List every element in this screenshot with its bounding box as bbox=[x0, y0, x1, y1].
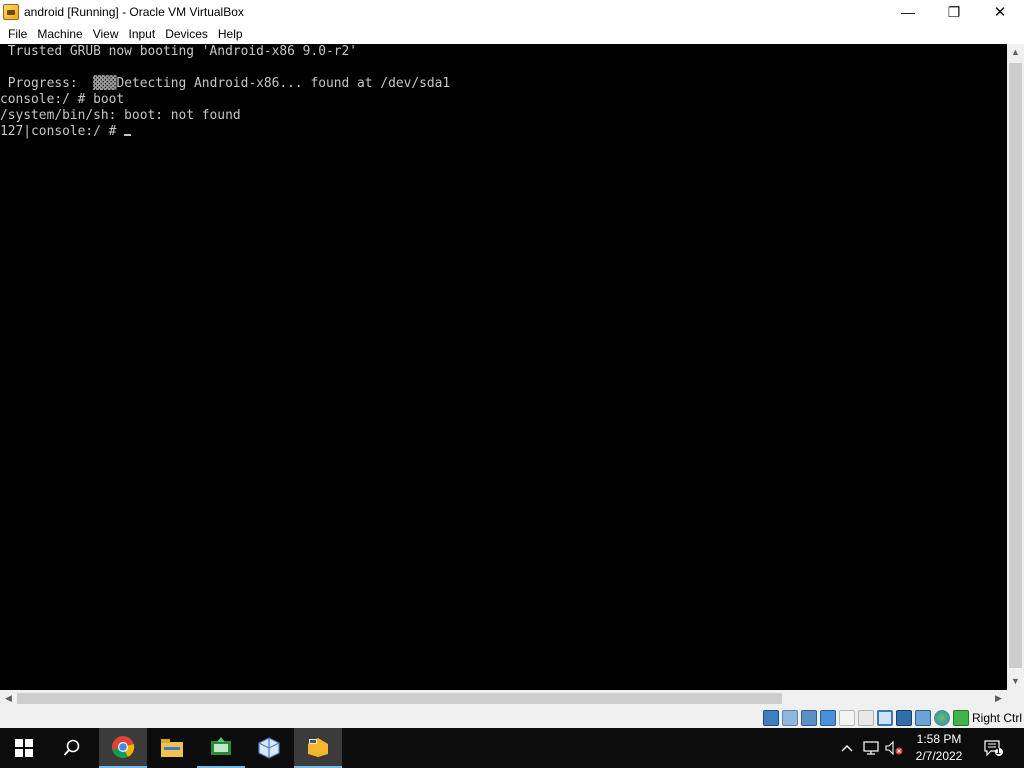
scroll-up-arrow-icon[interactable]: ▲ bbox=[1007, 44, 1024, 61]
vm-status-bar: Right Ctrl bbox=[0, 707, 1024, 728]
clock-date: 2/7/2022 bbox=[915, 749, 963, 763]
horizontal-scroll-thumb[interactable] bbox=[17, 693, 782, 704]
tray-volume[interactable] bbox=[883, 728, 905, 768]
text-cursor bbox=[124, 134, 132, 136]
vertical-scroll-thumb[interactable] bbox=[1009, 63, 1022, 668]
start-icon bbox=[15, 739, 33, 757]
console-output: Trusted GRUB now booting 'Android-x86 9.… bbox=[0, 44, 1007, 140]
video-capture-icon[interactable] bbox=[895, 709, 912, 726]
title-bar: android [Running] - Oracle VM VirtualBox… bbox=[0, 0, 1024, 24]
menu-file[interactable]: File bbox=[3, 25, 32, 43]
restore-icon: ❐ bbox=[947, 3, 961, 20]
close-button[interactable]: ✕ bbox=[977, 0, 1023, 24]
optical-drive-icon[interactable] bbox=[781, 709, 798, 726]
vertical-scrollbar[interactable]: ▲ ▼ bbox=[1007, 44, 1024, 690]
console-line-error: /system/bin/sh: boot: not found bbox=[0, 108, 241, 123]
progress-bar: ▓▓▓ bbox=[93, 76, 117, 91]
scroll-down-arrow-icon[interactable]: ▼ bbox=[1007, 673, 1024, 690]
mouse-integration-icon[interactable] bbox=[933, 709, 950, 726]
console-line-command: console:/ # boot bbox=[0, 92, 125, 107]
menu-bar: File Machine View Input Devices Help bbox=[0, 24, 1024, 44]
taskbar-screen-recorder[interactable] bbox=[197, 728, 245, 768]
restore-button[interactable]: ❐ bbox=[931, 0, 977, 24]
vm-console-screen[interactable]: Trusted GRUB now booting 'Android-x86 9.… bbox=[0, 44, 1007, 690]
vt-x-icon[interactable] bbox=[914, 709, 931, 726]
clock-time: 1:58 PM bbox=[916, 732, 962, 746]
menu-view[interactable]: View bbox=[88, 25, 124, 43]
minimize-button[interactable]: — bbox=[885, 0, 931, 24]
hard-disk-icon[interactable] bbox=[762, 709, 779, 726]
notification-count: 1 bbox=[996, 747, 1001, 756]
taskbar-file-explorer[interactable] bbox=[148, 728, 196, 768]
close-icon: ✕ bbox=[993, 4, 1007, 21]
scrollbar-corner bbox=[1007, 690, 1024, 707]
menu-help[interactable]: Help bbox=[213, 25, 248, 43]
taskbar-chrome[interactable] bbox=[99, 728, 147, 768]
console-line-grub: Trusted GRUB now booting 'Android-x86 9.… bbox=[0, 44, 357, 59]
host-key-label: Right Ctrl bbox=[971, 710, 1022, 725]
taskbar-virtualbox[interactable] bbox=[245, 728, 293, 768]
search-button[interactable] bbox=[48, 728, 96, 768]
usb-icon[interactable] bbox=[838, 709, 855, 726]
windows-taskbar: 1:58 PM 2/7/2022 1 bbox=[0, 728, 1024, 768]
virtualbox-icon bbox=[258, 737, 280, 759]
action-center-button[interactable]: 1 bbox=[978, 728, 1008, 768]
minimize-icon: — bbox=[901, 4, 915, 20]
tray-overflow-button[interactable] bbox=[836, 728, 858, 768]
volume-muted-icon bbox=[885, 741, 903, 755]
keyboard-capture-icon[interactable] bbox=[952, 709, 969, 726]
scroll-left-arrow-icon[interactable]: ◀ bbox=[0, 690, 17, 707]
network-status-icon bbox=[863, 741, 879, 755]
virtualbox-vm-icon bbox=[308, 738, 328, 757]
chevron-up-icon bbox=[841, 745, 853, 752]
chrome-icon bbox=[112, 736, 135, 758]
progress-text: Detecting Android-x86... found at /dev/s… bbox=[116, 76, 451, 91]
scroll-right-arrow-icon[interactable]: ▶ bbox=[990, 690, 1007, 707]
menu-input[interactable]: Input bbox=[124, 25, 161, 43]
network-icon[interactable] bbox=[819, 709, 836, 726]
start-button[interactable] bbox=[0, 728, 48, 768]
tray-clock[interactable]: 1:58 PM 2/7/2022 bbox=[906, 731, 972, 765]
file-explorer-icon bbox=[161, 739, 183, 757]
taskbar-vm-window[interactable] bbox=[294, 728, 342, 768]
menu-devices[interactable]: Devices bbox=[160, 25, 213, 43]
tray-network[interactable] bbox=[860, 728, 882, 768]
audio-icon[interactable] bbox=[800, 709, 817, 726]
screen-recorder-icon bbox=[211, 737, 231, 755]
window-title: android [Running] - Oracle VM VirtualBox bbox=[24, 5, 244, 19]
display-icon[interactable] bbox=[876, 709, 893, 726]
search-icon bbox=[63, 739, 80, 756]
console-line-progress: Progress: bbox=[0, 76, 94, 91]
menu-machine[interactable]: Machine bbox=[32, 25, 87, 43]
horizontal-scrollbar[interactable]: ◀ ▶ bbox=[0, 690, 1007, 707]
shared-folders-icon[interactable] bbox=[857, 709, 874, 726]
virtualbox-app-icon[interactable] bbox=[3, 4, 19, 20]
console-prompt: 127|console:/ # bbox=[0, 124, 125, 139]
